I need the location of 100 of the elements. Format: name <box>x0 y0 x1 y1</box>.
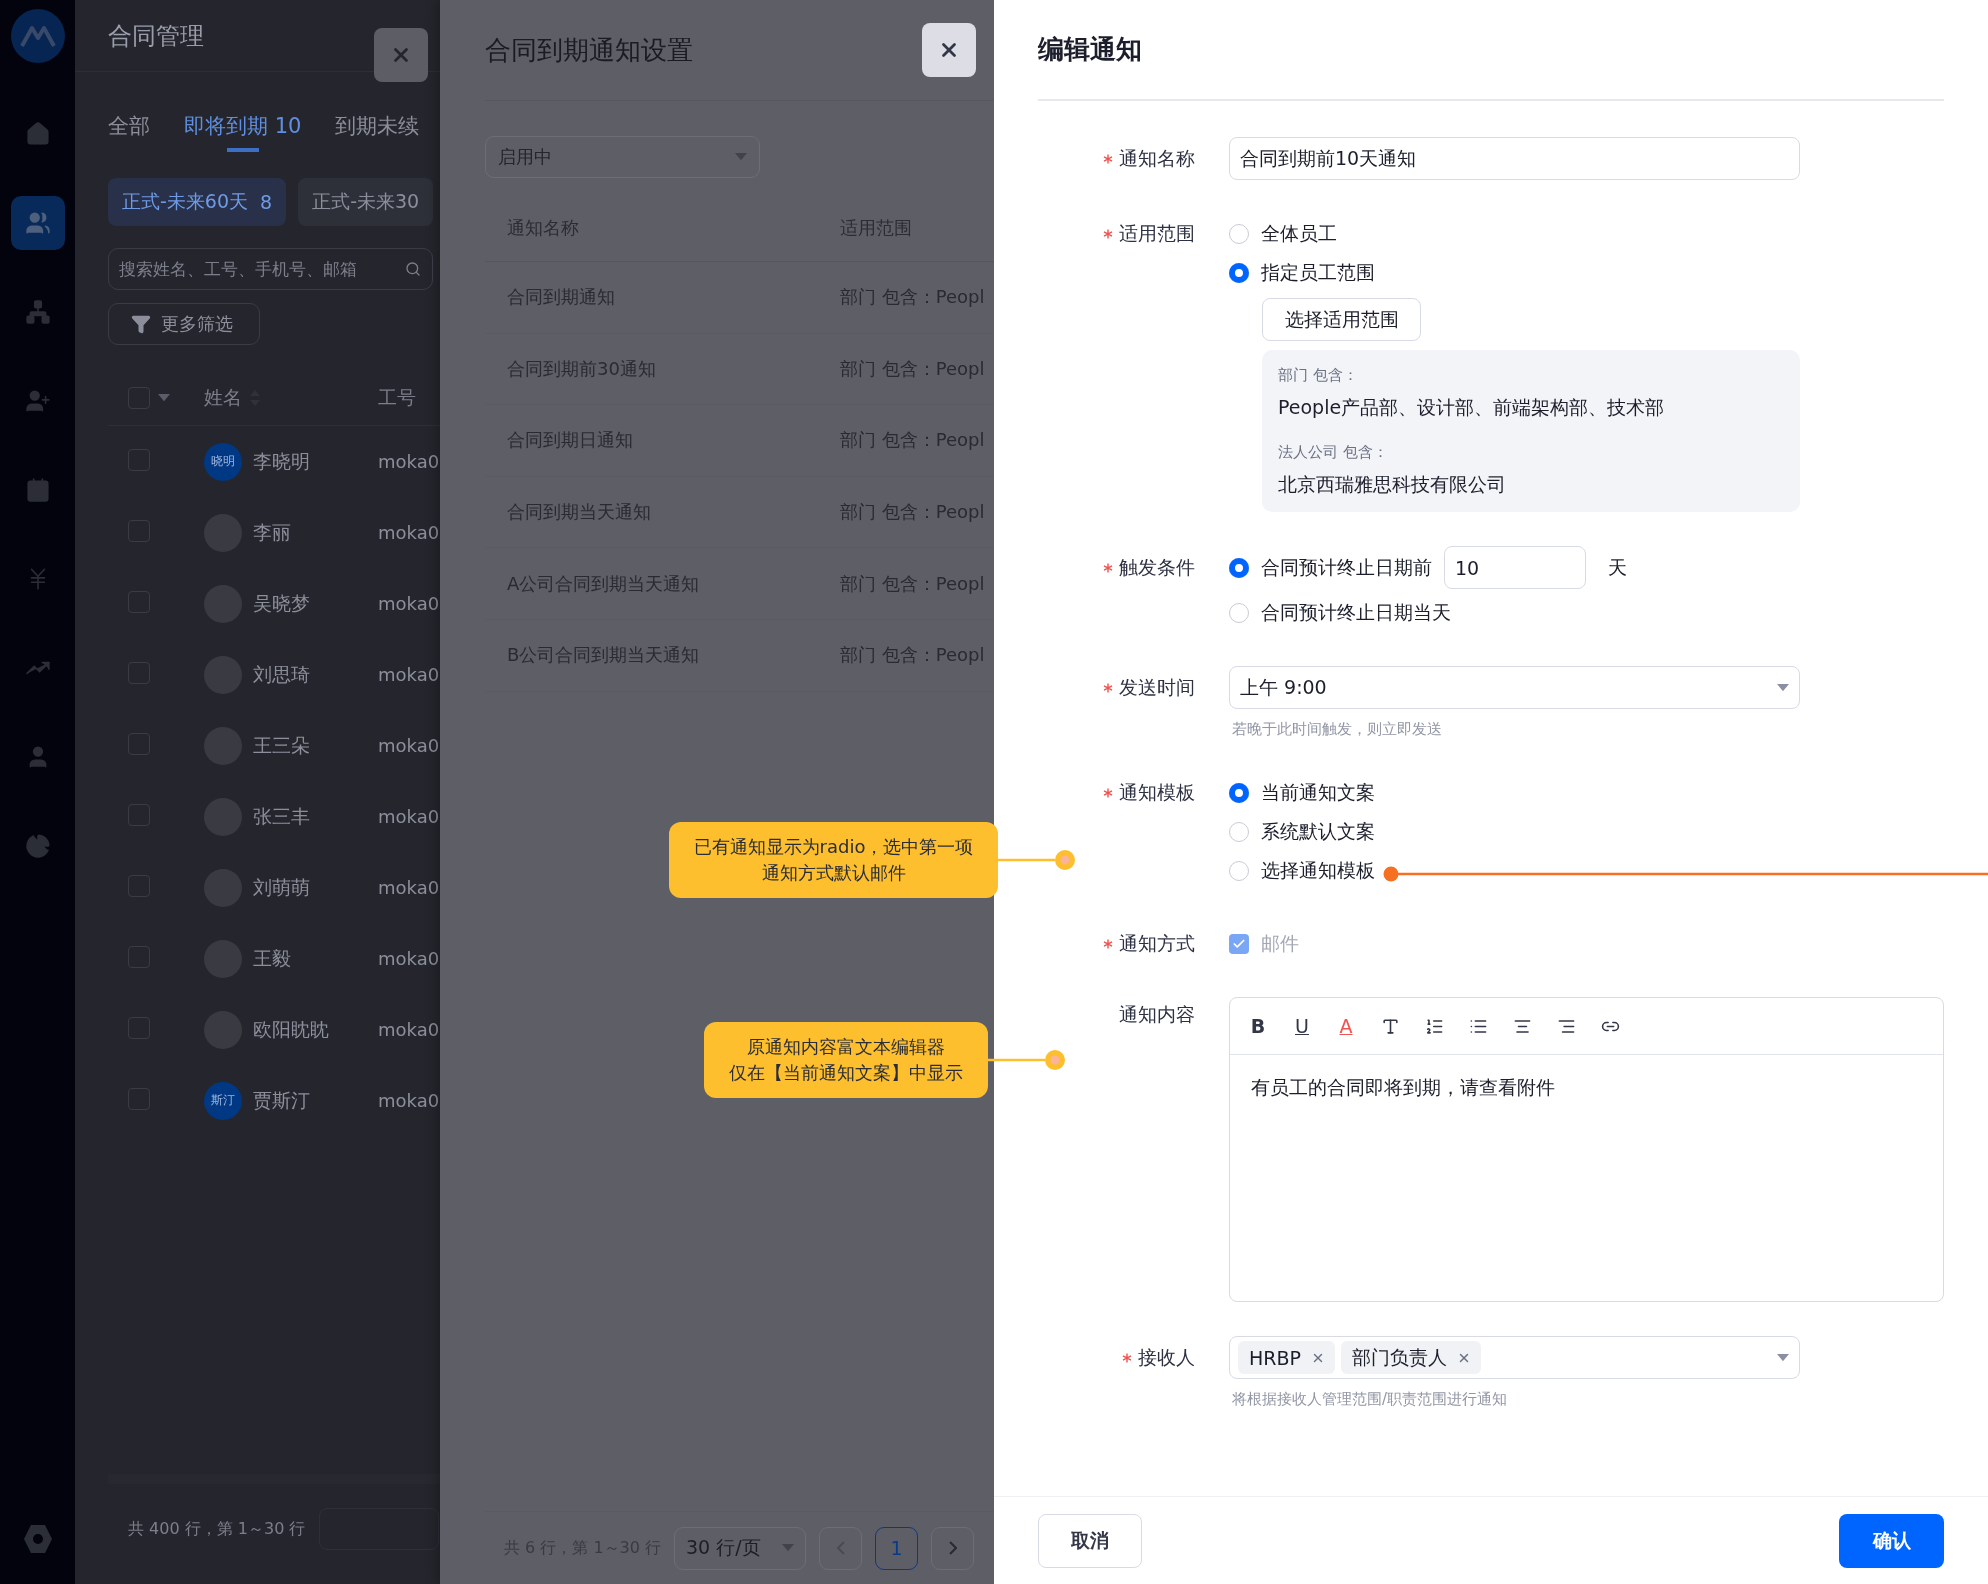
checkbox[interactable] <box>128 945 150 968</box>
logo-icon <box>9 8 66 64</box>
people-icon <box>24 210 51 236</box>
field-label: 接收人 <box>1138 1344 1195 1370</box>
recipients-select[interactable]: HRBP 部门负责人 <box>1229 1336 1800 1379</box>
callout: 已有通知显示为radio，选中第一项 通知方式默认邮件 <box>669 822 998 898</box>
avatar: 晓明 <box>204 442 242 481</box>
search-icon <box>405 261 421 277</box>
next-page-button[interactable] <box>931 1526 974 1570</box>
previous-page-button[interactable] <box>819 1526 862 1570</box>
radio-button[interactable] <box>1229 782 1249 803</box>
caret-icon <box>1777 1353 1789 1362</box>
caret-icon <box>735 153 747 161</box>
text-box-icon <box>1380 1016 1400 1036</box>
table-cell-text: 李丽 <box>253 519 291 545</box>
time-select[interactable]: 上午 9:00 <box>1229 666 1800 709</box>
select-scope-button[interactable]: 选择适用范围 <box>1262 298 1421 341</box>
checkbox[interactable] <box>128 448 150 471</box>
unit-label: 天 <box>1608 554 1627 580</box>
rich-text-editor[interactable]: B U A 有员工的合同即将到期，请查看附件 <box>1229 997 1944 1302</box>
field-label: 适用范围 <box>1119 220 1195 246</box>
drawer-title: 合同到期通知设置 <box>485 33 693 67</box>
hint-text: 若晚于此时间触发，则立即发送 <box>1231 720 1443 739</box>
pagination-summary: 共 400 行，第 1～30 行 <box>128 1518 306 1540</box>
checkbox[interactable] <box>128 519 150 542</box>
field-label: 通知名称 <box>1119 145 1195 171</box>
filter-chip[interactable]: 正式-未来30 <box>298 178 434 226</box>
column-header: 姓名 <box>204 385 242 410</box>
summary-value: 北京西瑞雅思科技有限公司 <box>1278 472 1507 497</box>
confirm-button[interactable]: 确认 <box>1839 1513 1944 1568</box>
option-label: 当前通知文案 <box>1261 779 1375 805</box>
search-field[interactable]: 搜索姓名、工号、手机号、邮箱 <box>108 248 433 290</box>
table-cell-text: 刘思琦 <box>253 661 310 687</box>
field-label: 通知模板 <box>1119 779 1195 805</box>
page-size-select[interactable]: 30 行/页 <box>674 1526 806 1570</box>
hint-text: 将根据接收人管理范围/职责范围进行通知 <box>1231 1390 1509 1409</box>
radio-button[interactable] <box>1229 262 1249 283</box>
checkbox[interactable] <box>128 803 150 826</box>
checkbox[interactable] <box>128 1087 150 1110</box>
summary-heading: 部门 包含： <box>1278 366 1359 385</box>
field-label: 通知内容 <box>1119 1002 1195 1027</box>
summary-value: People产品部、设计部、前端架构部、技术部 <box>1278 395 1666 420</box>
table-cell-text: 王毅 <box>253 945 291 971</box>
table-cell: moka0 <box>378 806 440 827</box>
ordered-list-icon <box>1424 1016 1444 1036</box>
cancel-button[interactable]: 取消 <box>1038 1513 1142 1568</box>
avatar: 斯汀 <box>204 1081 242 1120</box>
calendar-icon <box>24 477 51 503</box>
tag: 部门负责人 <box>1341 1341 1481 1374</box>
more-filters-button[interactable]: 更多筛选 <box>108 303 260 345</box>
option-label: 邮件 <box>1261 930 1299 956</box>
tab[interactable]: 到期未续 <box>335 112 420 156</box>
column-header: 工号 <box>378 385 416 410</box>
tab[interactable]: 全部 <box>108 112 150 156</box>
tag: HRBP <box>1238 1341 1335 1374</box>
text-field[interactable]: 合同到期前10天通知 <box>1229 137 1800 180</box>
table-cell: moka0 <box>378 735 440 756</box>
nav-button[interactable] <box>10 196 65 250</box>
table-cell: moka0 <box>378 948 440 969</box>
bold-button[interactable]: B <box>1242 1010 1274 1042</box>
option-label: 指定员工范围 <box>1261 259 1375 285</box>
field-label: 通知方式 <box>1119 930 1195 956</box>
option-label: 系统默认文案 <box>1261 818 1375 844</box>
org-chart-icon <box>24 299 51 325</box>
table-cell-text: 刘萌萌 <box>253 874 310 900</box>
caret-icon <box>1777 683 1789 692</box>
checkbox[interactable] <box>128 590 150 613</box>
table-cell: moka0 <box>378 522 440 543</box>
checkbox[interactable] <box>128 874 150 897</box>
table-cell-text: 欧阳眈眈 <box>253 1016 329 1042</box>
field-label: 触发条件 <box>1119 554 1195 580</box>
summary-heading: 法人公司 包含： <box>1278 443 1389 462</box>
callout: 原通知内容富文本编辑器 仅在【当前通知文案】中显示 <box>704 1022 988 1098</box>
checkbox[interactable] <box>128 387 150 409</box>
filter-icon <box>131 314 151 334</box>
close-button[interactable] <box>922 23 976 77</box>
caret-icon <box>782 1544 794 1552</box>
page-size-select[interactable] <box>319 1508 440 1550</box>
filter-chip[interactable]: 正式-未来60天 8 <box>108 178 287 226</box>
table-cell: moka0 <box>378 1019 440 1040</box>
option-label: 合同预计终止日期前 <box>1261 554 1432 580</box>
table-cell: moka0 <box>378 451 440 472</box>
table-cell-text: 李晓明 <box>253 448 310 474</box>
checkbox[interactable] <box>128 661 150 684</box>
option-label: 全体员工 <box>1261 220 1337 246</box>
drawer-title: 编辑通知 <box>1038 33 1142 66</box>
checkbox[interactable] <box>128 1016 150 1039</box>
radio-button[interactable] <box>1229 557 1249 578</box>
table-cell-text: 贾斯汀 <box>253 1087 310 1113</box>
text-color-button[interactable]: A <box>1330 1010 1362 1042</box>
option-label: 合同预计终止日期当天 <box>1261 599 1451 625</box>
caret-icon <box>158 394 170 402</box>
pie-chart-icon <box>24 833 51 859</box>
underline-button[interactable]: U <box>1286 1010 1318 1042</box>
page-title: 合同管理 <box>108 21 204 52</box>
days-field[interactable]: 10 <box>1444 546 1586 589</box>
table-cell: moka0 <box>378 877 440 898</box>
table-cell: moka0 <box>378 593 440 614</box>
table-cell-text: 张三丰 <box>253 803 310 829</box>
checkbox[interactable] <box>128 732 150 755</box>
